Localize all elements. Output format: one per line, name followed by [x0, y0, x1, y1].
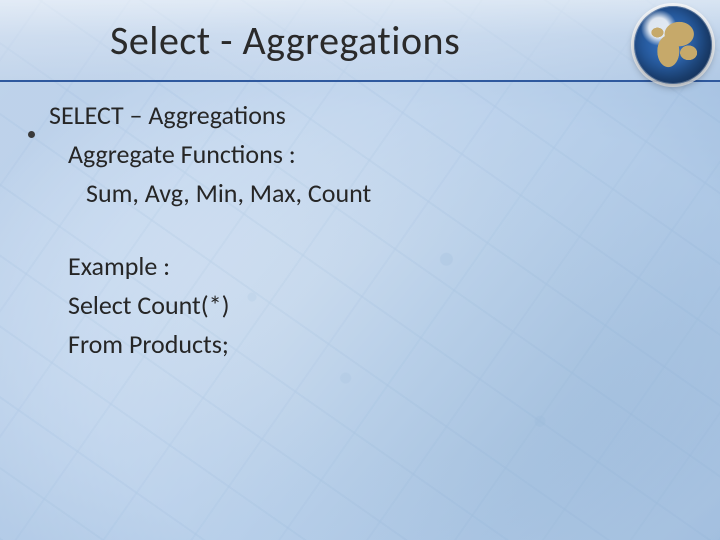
- globe-icon: [634, 6, 712, 84]
- slide-title: Select - Aggregations: [110, 16, 460, 65]
- title-bar: Select - Aggregations: [0, 0, 720, 82]
- example-line-2: From Products;: [68, 327, 680, 362]
- slide: Select - Aggregations SELECT – Aggregati…: [0, 0, 720, 540]
- functions-list: Sum, Avg, Min, Max, Count: [86, 176, 680, 211]
- slide-body: SELECT – Aggregations Aggregate Function…: [28, 98, 680, 363]
- bullet-text: SELECT – Aggregations: [49, 98, 286, 133]
- bullet-dot-icon: [28, 131, 35, 138]
- example-line-1: Select Count(*): [68, 288, 680, 323]
- example-label: Example :: [68, 249, 680, 284]
- spacer: [28, 211, 680, 245]
- functions-label: Aggregate Functions :: [68, 137, 680, 172]
- bullet-item: SELECT – Aggregations: [28, 98, 680, 133]
